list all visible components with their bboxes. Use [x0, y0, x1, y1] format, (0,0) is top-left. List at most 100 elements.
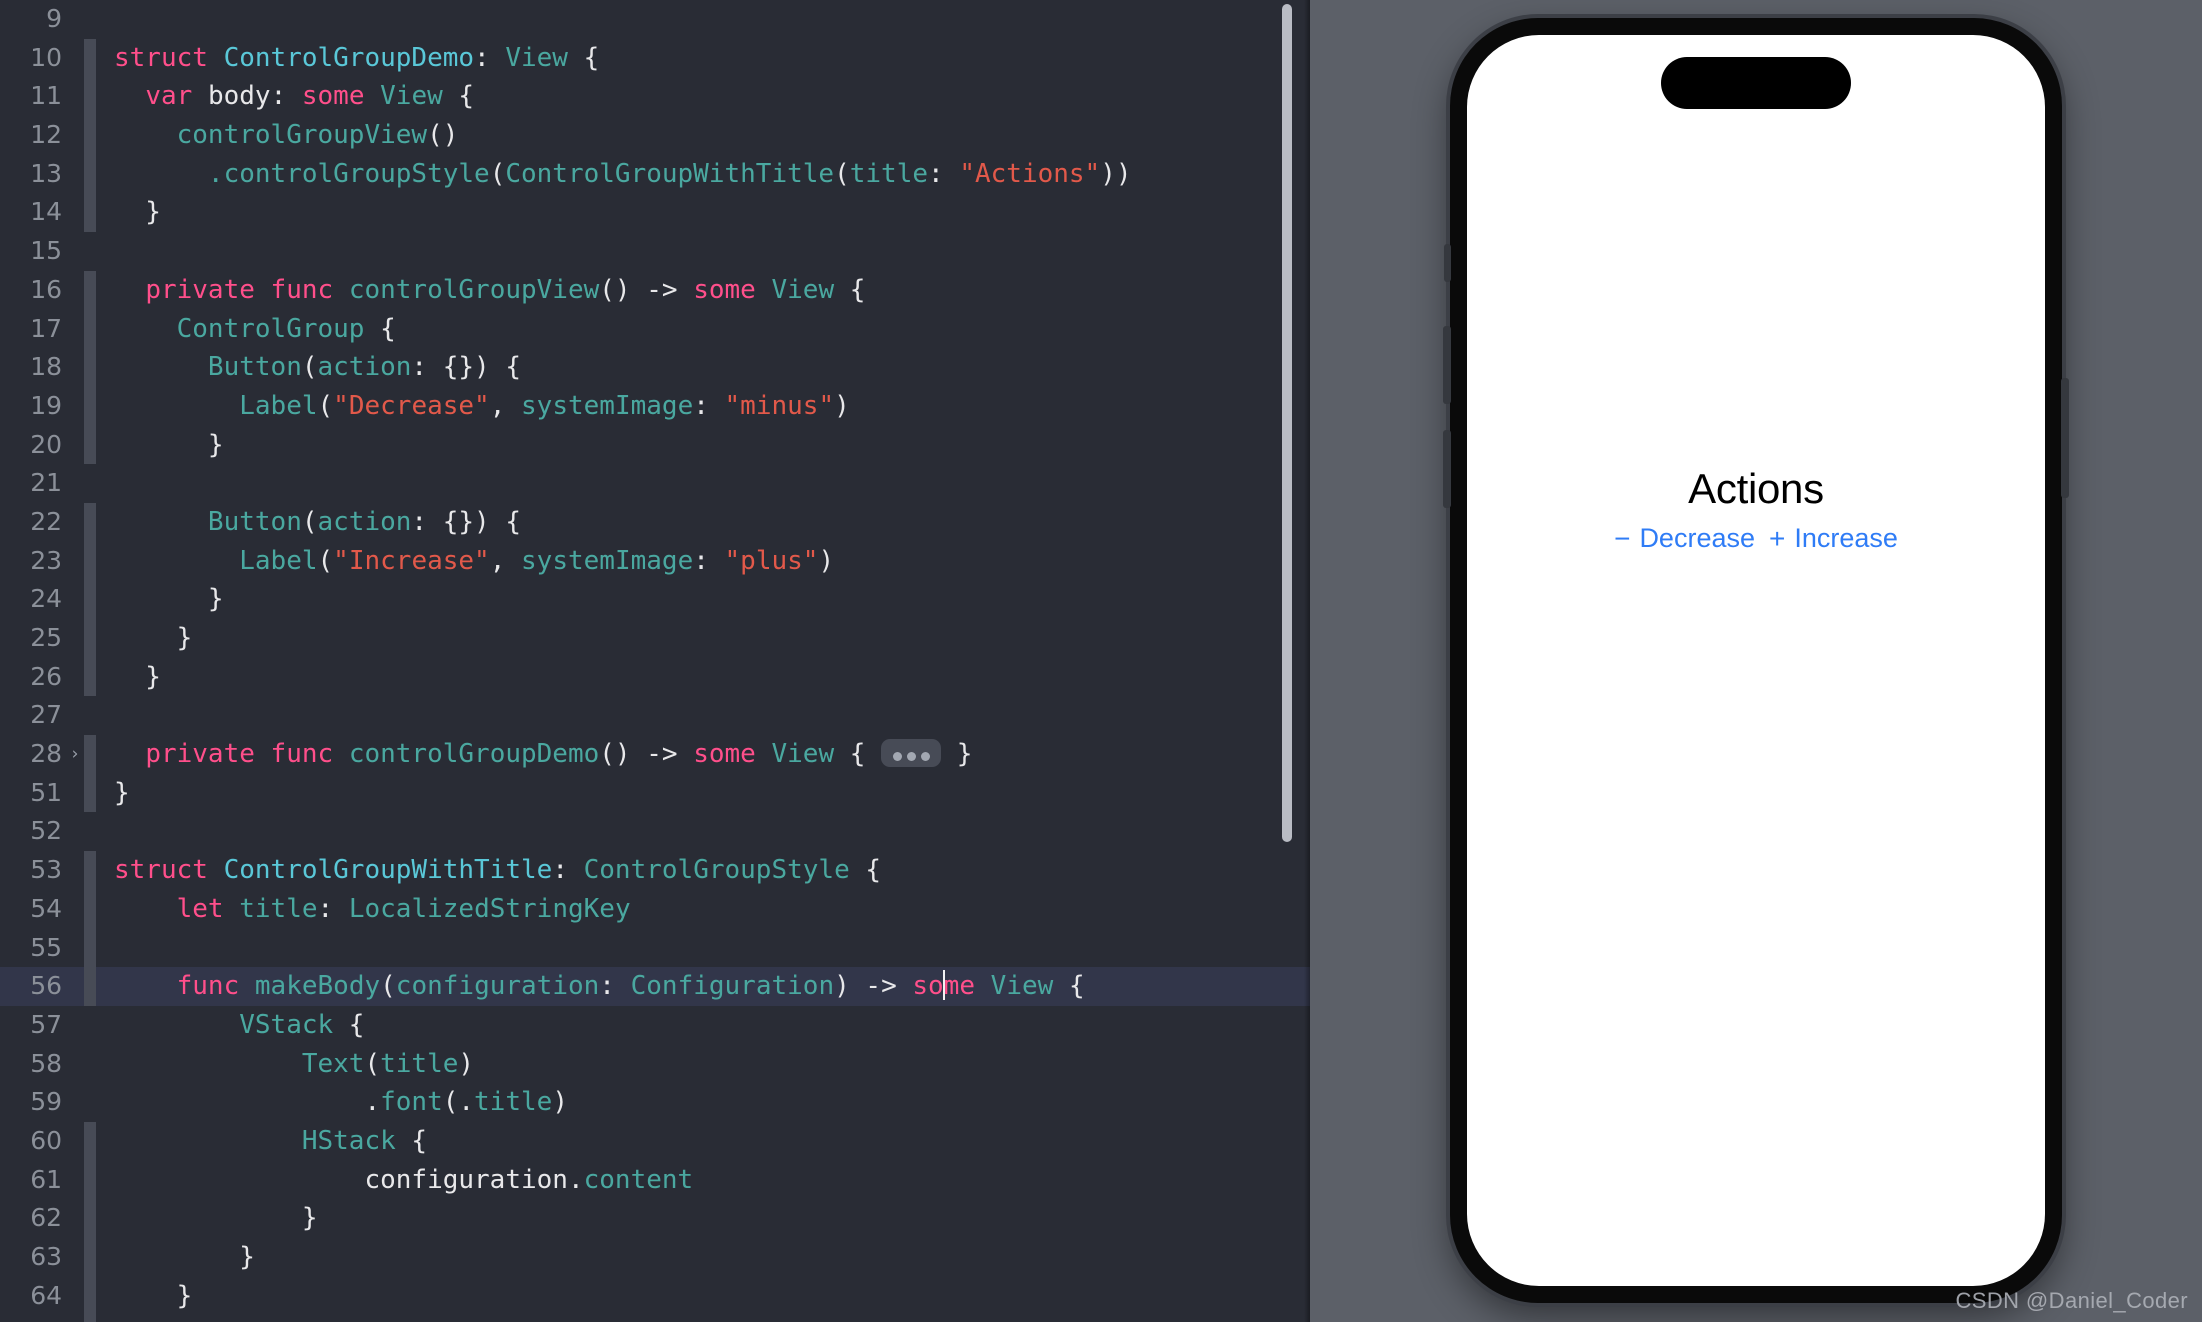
editor-vertical-scrollbar[interactable] — [1282, 4, 1292, 842]
code-token: ( — [489, 158, 506, 189]
code-line[interactable]: 51} — [0, 773, 1310, 813]
code-token: ) — [458, 1048, 475, 1079]
code-line[interactable]: 15 — [0, 232, 1310, 271]
control-group-buttons-row[interactable]: − Decrease + Increase — [1614, 523, 1898, 554]
code-text[interactable]: } — [96, 619, 1310, 658]
code-text[interactable]: HStack { — [96, 1122, 1310, 1161]
code-line[interactable]: 58 Text(title) — [0, 1045, 1310, 1084]
code-text[interactable]: Button(action: {}) { — [96, 503, 1310, 542]
code-line[interactable]: 10 struct ControlGroupDemo: View { — [0, 38, 1310, 78]
code-token: struct — [114, 42, 224, 73]
code-text[interactable]: } — [96, 426, 1310, 465]
code-editor-pane[interactable]: 9 10 struct ControlGroupDemo: View {11 var… — [0, 0, 1310, 1322]
scope-ribbon — [84, 116, 96, 155]
code-token: systemImage — [521, 390, 694, 421]
code-text[interactable]: struct ControlGroupDemo: View { — [96, 39, 1310, 78]
code-token: action — [317, 352, 412, 383]
code-line[interactable]: 25 } — [0, 619, 1310, 658]
code-line[interactable]: 52 — [0, 812, 1310, 851]
code-text[interactable]: ControlGroup { — [96, 310, 1310, 349]
volume-down-button[interactable] — [1443, 430, 1451, 508]
scope-ribbon — [84, 773, 96, 813]
code-text[interactable]: Label("Increase", systemImage: "plus") — [96, 542, 1310, 581]
decrease-label: Decrease — [1639, 523, 1755, 553]
line-number: 13 — [30, 158, 62, 188]
code-token: struct — [114, 855, 224, 886]
increase-button[interactable]: + Increase — [1769, 523, 1898, 554]
code-text[interactable]: let title: LocalizedStringKey — [96, 890, 1310, 929]
code-token: systemImage — [521, 545, 694, 576]
decrease-button[interactable]: − Decrease — [1614, 523, 1755, 554]
scope-ribbon — [84, 0, 96, 39]
code-text[interactable]: private func controlGroupDemo() -> some … — [96, 735, 1310, 774]
line-number: 23 — [30, 545, 62, 575]
code-text[interactable]: struct ControlGroupWithTitle: ControlGro… — [96, 851, 1310, 890]
code-text[interactable]: Label("Decrease", systemImage: "minus") — [96, 387, 1310, 426]
code-text[interactable]: controlGroupView() — [96, 116, 1310, 155]
code-line[interactable]: 64 } — [0, 1276, 1310, 1316]
code-line[interactable]: 26 } — [0, 657, 1310, 697]
code-line[interactable]: 61 configuration.content — [0, 1160, 1310, 1200]
code-text[interactable]: private func controlGroupView() -> some … — [96, 271, 1310, 310]
code-token: Label — [239, 545, 318, 576]
code-token: View — [771, 274, 835, 305]
code-text[interactable]: Text(title) — [96, 1045, 1310, 1084]
code-line[interactable]: 55 — [0, 928, 1310, 968]
code-text[interactable]: } — [96, 1277, 1310, 1316]
code-text[interactable]: } — [96, 774, 1310, 813]
code-text[interactable]: .font(.title) — [96, 1083, 1310, 1122]
code-line[interactable]: 19 Label("Decrease", systemImage: "minus… — [0, 386, 1310, 426]
code-text[interactable]: } — [96, 1238, 1310, 1277]
scope-ribbon — [84, 232, 96, 271]
code-line[interactable]: 59 .font(.title) — [0, 1083, 1310, 1122]
code-text[interactable]: func makeBody(configuration: Configurati… — [96, 967, 1310, 1006]
code-line[interactable]: 21 — [0, 464, 1310, 503]
code-token: "Increase" — [333, 545, 490, 576]
scope-ribbon — [84, 812, 96, 851]
code-fold-ellipsis[interactable] — [881, 738, 942, 767]
code-line[interactable]: 56 func makeBody(configuration: Configur… — [0, 967, 1310, 1006]
code-text[interactable]: } — [96, 193, 1310, 232]
line-number: 14 — [30, 197, 62, 227]
code-text[interactable]: } — [96, 1315, 1310, 1322]
scope-ribbon — [84, 928, 96, 968]
code-text[interactable]: Button(action: {}) { — [96, 348, 1310, 387]
code-line[interactable]: 22 Button(action: {}) { — [0, 502, 1310, 542]
code-line[interactable]: 27 — [0, 696, 1310, 735]
minus-icon: − — [1614, 522, 1631, 554]
code-line[interactable]: 11 var body: some View { — [0, 77, 1310, 117]
code-line[interactable]: 65} — [0, 1315, 1310, 1322]
code-line[interactable]: 54 let title: LocalizedStringKey — [0, 889, 1310, 929]
code-text[interactable]: } — [96, 580, 1310, 619]
code-line[interactable]: 63 } — [0, 1238, 1310, 1277]
code-line[interactable]: 62 } — [0, 1199, 1310, 1238]
fold-chevron-icon[interactable]: › — [68, 735, 82, 774]
code-line[interactable]: 28 › private func controlGroupDemo() -> s… — [0, 735, 1310, 774]
code-line[interactable]: 9 — [0, 0, 1310, 39]
control-group-preview: Actions − Decrease + Increase — [1467, 35, 2045, 1286]
silent-switch[interactable] — [1444, 244, 1451, 282]
code-lines-container[interactable]: 9 10 struct ControlGroupDemo: View {11 var… — [0, 0, 1310, 1322]
code-line[interactable]: 14 } — [0, 193, 1310, 233]
code-text[interactable]: } — [96, 658, 1310, 697]
code-text[interactable]: .controlGroupStyle(ControlGroupWithTitle… — [96, 155, 1310, 194]
code-line[interactable]: 13 .controlGroupStyle(ControlGroupWithTi… — [0, 154, 1310, 194]
code-line[interactable]: 24 } — [0, 580, 1310, 619]
code-line[interactable]: 53 struct ControlGroupWithTitle: ControlG… — [0, 851, 1310, 890]
code-text[interactable]: VStack { — [96, 1006, 1310, 1045]
code-line[interactable]: 16 private func controlGroupView() -> so… — [0, 270, 1310, 310]
code-line[interactable]: 12 controlGroupView() — [0, 116, 1310, 155]
code-text[interactable]: configuration.content — [96, 1161, 1310, 1200]
code-line[interactable]: 23 Label("Increase", systemImage: "plus"… — [0, 541, 1310, 581]
code-line[interactable]: 20 } — [0, 425, 1310, 465]
code-line[interactable]: 18 Button(action: {}) { — [0, 348, 1310, 387]
code-text[interactable]: } — [96, 1199, 1310, 1238]
code-line[interactable]: 17 ControlGroup { — [0, 309, 1310, 349]
line-number: 17 — [30, 313, 62, 343]
code-line[interactable]: 60 HStack { — [0, 1121, 1310, 1161]
code-line[interactable]: 57 VStack { — [0, 1006, 1310, 1045]
volume-up-button[interactable] — [1443, 326, 1451, 404]
power-button[interactable] — [2061, 378, 2069, 498]
code-text[interactable]: var body: some View { — [96, 77, 1310, 116]
